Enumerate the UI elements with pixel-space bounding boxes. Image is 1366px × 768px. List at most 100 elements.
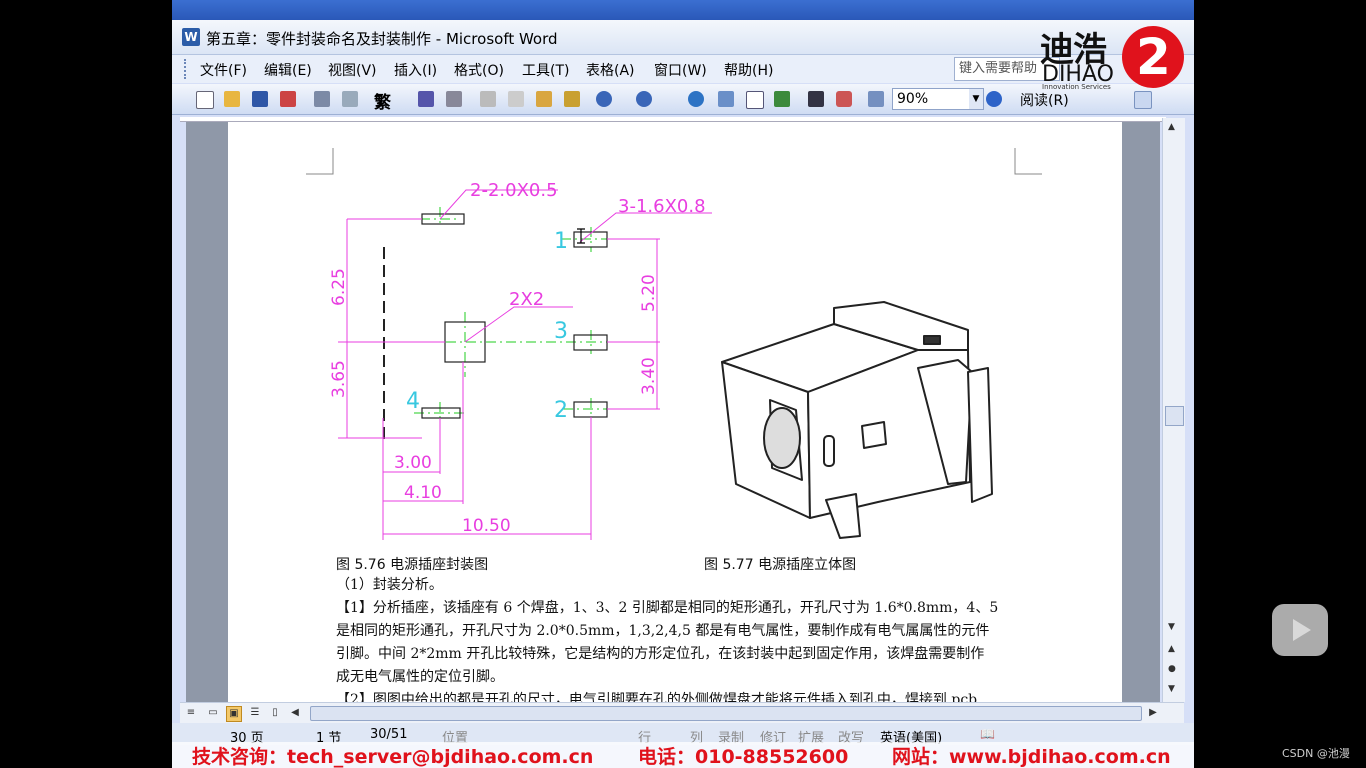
zoom-select[interactable]: 90% ▼ — [892, 88, 984, 110]
help-icon[interactable] — [986, 91, 1002, 107]
scroll-up-icon[interactable]: ▲ — [1168, 122, 1175, 132]
window-title: 第五章：零件封装命名及封装制作 - Microsoft Word — [206, 30, 558, 48]
next-page-icon[interactable]: ▼ — [1168, 684, 1175, 694]
word-app-icon[interactable]: W — [182, 28, 200, 46]
figure-caption-577: 图 5.77 电源插座立体图 — [704, 557, 857, 573]
open-folder-icon[interactable] — [224, 91, 240, 107]
dihao-logo: 2 迪浩 DIHAO Innovation Services — [1040, 22, 1188, 92]
traditional-chinese-icon[interactable]: 繁 — [374, 88, 396, 113]
power-jack-3d-drawing — [721, 301, 993, 539]
banner-support: 技术咨询：tech_server@bjdihao.com.cn — [192, 746, 594, 768]
undo-icon[interactable] — [596, 91, 612, 107]
video-play-button[interactable] — [1272, 604, 1328, 656]
menu-edit[interactable]: 编辑(E) — [264, 60, 312, 80]
label-dim-h1: 3.00 — [394, 453, 432, 473]
jack-right-pin — [967, 367, 993, 503]
logo-mark: 2 — [1122, 26, 1184, 88]
format-painter-icon[interactable] — [564, 91, 580, 107]
label-dim-h2: 4.10 — [404, 483, 442, 503]
zoom-value: 90% — [897, 91, 929, 107]
spelling-icon[interactable] — [446, 91, 462, 107]
corner-mark-right — [1014, 148, 1042, 175]
jack-bottom-pin — [825, 493, 861, 539]
cut-icon[interactable] — [480, 91, 496, 107]
csdn-watermark: CSDN @池漫 — [1282, 747, 1350, 760]
insert-table-icon[interactable] — [746, 91, 764, 109]
paste-icon[interactable] — [536, 91, 552, 107]
menu-table[interactable]: 表格(A) — [586, 60, 635, 80]
body-line-2: 【1】分析插座，该插座有 6 个焊盘，1、3、2 引脚都是相同的矩形通孔，开孔尺… — [336, 600, 999, 616]
vertical-scroll-thumb[interactable] — [1165, 406, 1184, 426]
new-document-icon[interactable] — [196, 91, 214, 109]
menu-tools[interactable]: 工具(T) — [522, 60, 569, 80]
pads — [421, 213, 608, 419]
banner-phone: 电话：010-88552600 — [638, 746, 849, 768]
browse-object-icon[interactable]: ● — [1168, 664, 1176, 674]
label-dim-v4: 3.40 — [639, 357, 659, 395]
jack-slot — [823, 435, 835, 467]
research-icon[interactable] — [418, 91, 434, 107]
menu-insert[interactable]: 插入(I) — [394, 60, 437, 80]
columns-icon[interactable] — [808, 91, 824, 107]
taskbar-strip — [172, 0, 1194, 20]
reading-layout-button[interactable]: 阅读(R) — [1020, 90, 1069, 110]
figure-caption-576: 图 5.76 电源插座封装图 — [336, 557, 489, 573]
tables-borders-icon[interactable] — [718, 91, 734, 107]
status-page-count: 30/51 — [370, 727, 408, 742]
body-line-6: 【2】图图中给出的都是开孔的尺寸，电气引脚要在孔的外侧做焊盘才能将元件插入到孔中… — [336, 692, 978, 702]
spelling-status-icon[interactable]: 📖 — [980, 727, 995, 741]
document-map-icon[interactable] — [868, 91, 884, 107]
print-icon[interactable] — [314, 91, 330, 107]
redo-icon[interactable] — [636, 91, 652, 107]
scroll-right-icon[interactable]: ▶ — [1146, 706, 1160, 720]
pin-label-3: 3 — [554, 319, 568, 344]
outline-view-icon[interactable]: ☰ — [248, 706, 262, 720]
reading-view-icon[interactable]: ▯ — [268, 706, 282, 720]
toolbar-options-icon[interactable] — [1134, 91, 1152, 109]
web-view-icon[interactable]: ▭ — [206, 706, 220, 720]
jack-tab — [923, 335, 941, 345]
ibeam-cursor-icon — [577, 228, 585, 244]
permission-icon[interactable] — [280, 91, 296, 107]
print-layout-icon[interactable]: ▣ — [226, 706, 242, 722]
label-pad-top-size: 2-2.0X0.5 — [470, 180, 558, 201]
menu-view[interactable]: 视图(V) — [328, 60, 377, 80]
label-dim-v2: 3.65 — [329, 360, 349, 398]
chevron-down-icon[interactable]: ▼ — [969, 89, 983, 109]
previous-page-icon[interactable]: ▲ — [1168, 644, 1175, 654]
corner-mark-left — [306, 148, 334, 175]
insert-excel-icon[interactable] — [774, 91, 790, 107]
pin-label-2: 2 — [554, 398, 568, 423]
page-margin-left — [186, 122, 228, 702]
horizontal-scroll-thumb[interactable] — [310, 706, 1142, 721]
logo-subtitle: Innovation Services — [1042, 83, 1111, 91]
body-line-4: 引脚。中间 2*2mm 开孔比较特殊，它是结构的方形定位孔，在该封装中起到固定作… — [336, 646, 985, 662]
document-page[interactable]: 2-2.0X0.5 3-1.6X0.8 2X2 6.25 3.65 5.20 3… — [228, 122, 1122, 702]
normal-view-icon[interactable]: ≡ — [184, 706, 198, 720]
page-margin-right — [1122, 122, 1160, 702]
save-icon[interactable] — [252, 91, 268, 107]
contact-banner: 技术咨询：tech_server@bjdihao.com.cn 电话：010-8… — [172, 742, 1194, 768]
label-dim-h3: 10.50 — [462, 516, 511, 536]
menu-format[interactable]: 格式(O) — [454, 60, 504, 80]
pin-label-1: 1 — [554, 229, 568, 254]
pin-label-4: 4 — [406, 389, 420, 414]
body-line-3: 是相同的矩形通孔，开孔尺寸为 2.0*0.5mm，1,3,2,4,5 都是有电气… — [336, 623, 990, 639]
label-dim-v1: 6.25 — [329, 268, 349, 306]
scroll-down-icon[interactable]: ▼ — [1168, 622, 1175, 632]
copy-icon[interactable] — [508, 91, 524, 107]
vertical-scrollbar[interactable]: ▲ ▼ ▲ ● ▼ — [1162, 118, 1185, 702]
menu-grip-handle[interactable] — [184, 59, 189, 79]
hyperlink-icon[interactable] — [688, 91, 704, 107]
menu-help[interactable]: 帮助(H) — [724, 60, 773, 80]
scroll-left-icon[interactable]: ◀ — [288, 706, 302, 720]
menu-file[interactable]: 文件(F) — [200, 60, 247, 80]
label-center-pad-size: 2X2 — [509, 289, 544, 310]
body-line-5: 成无电气属性的定位引脚。 — [336, 669, 504, 685]
body-line-1: （1）封装分析。 — [336, 577, 443, 593]
banner-website: 网站：www.bjdihao.com.cn — [892, 746, 1171, 768]
jack-socket-hole — [763, 407, 801, 469]
print-preview-icon[interactable] — [342, 91, 358, 107]
menu-window[interactable]: 窗口(W) — [654, 60, 707, 80]
drawing-icon[interactable] — [836, 91, 852, 107]
